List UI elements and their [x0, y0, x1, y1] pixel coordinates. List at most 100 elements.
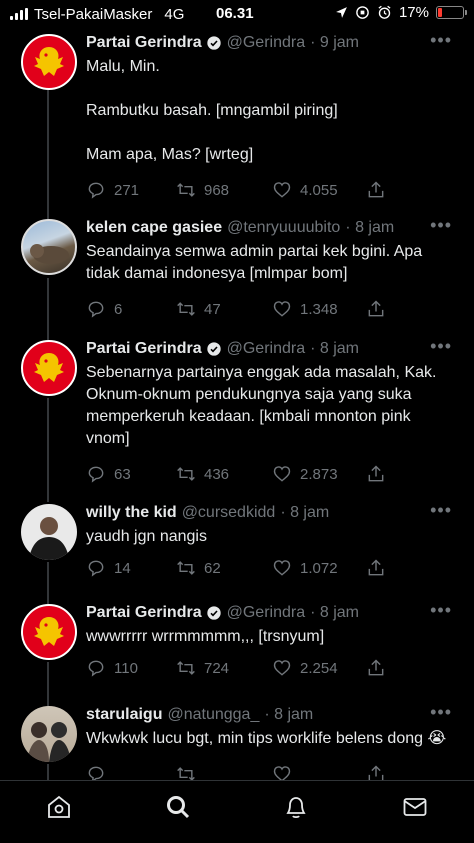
avatar[interactable]	[21, 34, 77, 90]
tweet-time: · 8 jam	[310, 340, 360, 357]
heart-icon	[273, 660, 291, 676]
tweet-text: Sebenarnya partainya enggak ada masalah,…	[86, 364, 437, 447]
author-name[interactable]: kelen cape gasiee	[86, 219, 222, 237]
tab-notifications[interactable]	[282, 793, 310, 826]
like-count: 1.072	[300, 559, 338, 577]
tweet-time: · 8 jam	[345, 219, 395, 236]
share-icon	[368, 300, 384, 317]
more-options-icon[interactable]: •••	[430, 336, 452, 357]
heart-icon	[273, 766, 291, 780]
share-button[interactable]	[366, 658, 386, 678]
retweet-icon	[177, 561, 195, 575]
tweet-text: Wkwkwk lucu bgt, min tips worklife belen…	[86, 730, 447, 747]
like-button[interactable]: 1.072	[272, 558, 366, 578]
reply-icon	[88, 660, 104, 677]
author-name[interactable]: starulaigu	[86, 706, 162, 724]
like-button[interactable]: 4.055	[272, 180, 366, 200]
share-icon	[368, 559, 384, 576]
author-name[interactable]: Partai Gerindra	[86, 604, 202, 622]
share-button[interactable]	[366, 299, 386, 319]
avatar[interactable]	[21, 604, 77, 660]
reply-icon	[88, 466, 104, 483]
people-photo-icon	[27, 722, 71, 762]
share-button[interactable]	[366, 180, 386, 200]
network-type: 4G	[164, 5, 185, 23]
share-button[interactable]	[366, 464, 386, 484]
reply-count: 14	[114, 559, 131, 577]
retweet-count: 62	[204, 559, 221, 577]
like-button[interactable]: 2.254	[272, 658, 366, 678]
avatar[interactable]	[21, 219, 77, 275]
more-options-icon[interactable]: •••	[430, 30, 452, 51]
retweet-count: 47	[204, 300, 221, 318]
like-button[interactable]: 2.873	[272, 464, 366, 484]
reply-button[interactable]: 271	[86, 180, 176, 200]
share-button[interactable]	[366, 764, 386, 780]
retweet-button[interactable]: 62	[176, 558, 272, 578]
thread-connector	[47, 764, 49, 780]
reply-button[interactable]: 110	[86, 658, 176, 678]
tweet-time: · 8 jam	[280, 504, 330, 521]
tweet-time: · 8 jam	[310, 604, 360, 621]
person-photo-icon	[29, 517, 69, 560]
share-button[interactable]	[366, 558, 386, 578]
author-handle[interactable]: @natungga_	[167, 706, 259, 724]
like-button[interactable]: 1.348	[272, 299, 366, 319]
verified-badge-icon	[206, 606, 221, 620]
tab-search[interactable]	[164, 793, 192, 826]
retweet-button[interactable]: 436	[176, 464, 272, 484]
more-options-icon[interactable]: •••	[430, 702, 452, 723]
like-button[interactable]	[272, 764, 366, 780]
more-options-icon[interactable]: •••	[430, 215, 452, 236]
heart-icon	[273, 301, 291, 317]
retweet-button[interactable]: 968	[176, 180, 272, 200]
clock: 06.31	[216, 5, 254, 22]
retweet-count: 724	[204, 659, 230, 677]
retweet-count: 436	[204, 465, 230, 483]
author-handle[interactable]: @Gerindra	[227, 34, 306, 52]
retweet-button[interactable]: 724	[176, 658, 272, 678]
author-handle[interactable]: @tenryuuuubito	[227, 219, 340, 237]
heart-icon	[273, 466, 291, 482]
thread-connector	[47, 278, 49, 340]
tab-home[interactable]	[45, 793, 73, 826]
reply-icon	[88, 560, 104, 577]
share-icon	[368, 765, 384, 780]
author-name[interactable]: Partai Gerindra	[86, 34, 202, 52]
author-name[interactable]: willy the kid	[86, 504, 177, 522]
share-icon	[368, 659, 384, 676]
reply-count: 110	[114, 659, 138, 677]
retweet-icon	[177, 183, 195, 197]
avatar[interactable]	[21, 504, 77, 560]
status-bar: Tsel-PakaiMasker 4G 06.31 17%	[0, 0, 474, 28]
retweet-button[interactable]: 47	[176, 299, 272, 319]
like-count: 2.254	[300, 659, 338, 677]
garuda-logo-icon	[34, 617, 64, 646]
more-options-icon[interactable]: •••	[430, 600, 452, 621]
verified-badge-icon	[206, 36, 221, 50]
like-count: 2.873	[300, 465, 338, 483]
more-options-icon[interactable]: •••	[430, 500, 452, 521]
avatar[interactable]	[21, 706, 77, 762]
retweet-button[interactable]	[176, 764, 272, 780]
author-name[interactable]: Partai Gerindra	[86, 340, 202, 358]
timeline[interactable]: Partai Gerindra @Gerindra · 9 jam ••• Ma…	[0, 28, 474, 780]
reply-button[interactable]	[86, 764, 176, 780]
reply-button[interactable]: 14	[86, 558, 176, 578]
orientation-lock-icon	[356, 6, 369, 19]
tab-messages[interactable]	[401, 793, 429, 826]
reply-count: 63	[114, 465, 131, 483]
reply-button[interactable]: 6	[86, 299, 176, 319]
author-handle[interactable]: @Gerindra	[227, 604, 306, 622]
author-handle[interactable]: @Gerindra	[227, 340, 306, 358]
reply-count: 6	[114, 300, 123, 318]
battery-icon	[436, 6, 467, 19]
tweet-text: Malu, Min. Rambutku basah. [mngambil pir…	[86, 58, 338, 163]
author-handle[interactable]: @cursedkidd	[182, 504, 276, 522]
carrier-name: Tsel-PakaiMasker	[34, 5, 153, 23]
reply-button[interactable]: 63	[86, 464, 176, 484]
battery-percent: 17%	[398, 4, 429, 21]
tweet-text: yaudh jgn nangis	[86, 528, 207, 545]
avatar[interactable]	[21, 340, 77, 396]
thread-connector	[47, 86, 49, 222]
